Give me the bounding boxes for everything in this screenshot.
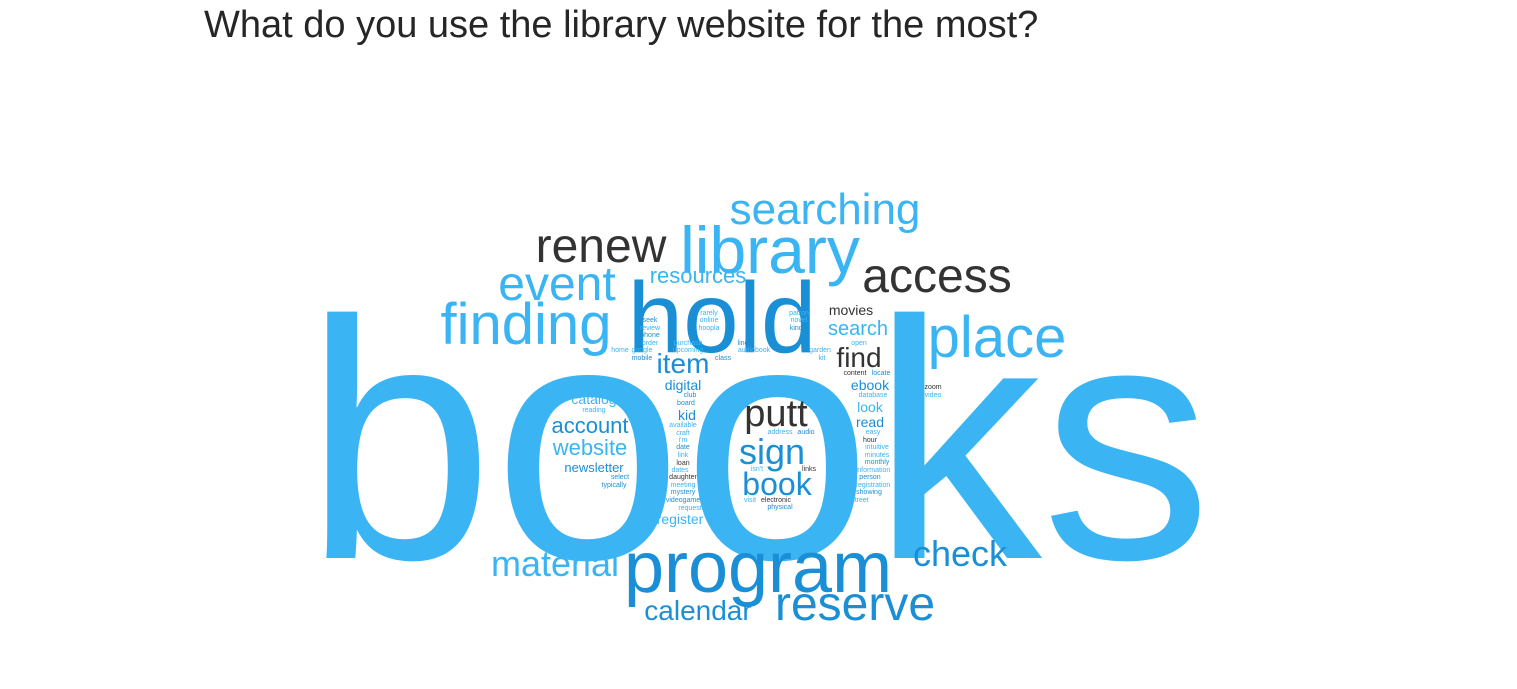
word-kindle: kindle <box>790 325 808 332</box>
word-movies: movies <box>829 302 873 318</box>
word-home: home <box>611 347 629 354</box>
word-ebook: ebook <box>851 377 890 393</box>
word-search: search <box>828 318 888 340</box>
word-content: content <box>844 370 867 377</box>
word-craft: craft <box>676 430 690 437</box>
word-open: open <box>851 340 867 347</box>
word-phone: phone <box>640 332 660 339</box>
word-look: look <box>857 399 884 415</box>
word-select: select <box>611 474 629 481</box>
word-available: available <box>669 422 697 429</box>
word-street: street <box>851 497 869 504</box>
word-calendar: calendar <box>644 595 751 626</box>
word-novel: novel <box>791 317 808 324</box>
word-order: order <box>642 340 659 347</box>
word-patron: patron <box>789 310 809 317</box>
word-daughter: daughter <box>669 474 697 481</box>
word-check: check <box>913 533 1008 574</box>
word-minutes: minutes <box>865 452 890 459</box>
word-i-m: i'm <box>679 437 688 444</box>
word-resources: resources <box>650 263 747 288</box>
word-google: google <box>631 347 652 354</box>
word-digital: digital <box>665 377 702 393</box>
word-information: information <box>856 467 891 474</box>
word-material: material <box>491 543 619 584</box>
word-intuitive: intuitive <box>865 444 889 451</box>
word-catalog: catalog <box>571 391 616 407</box>
word-kid: kid <box>678 407 696 423</box>
word-place: place <box>928 305 1067 370</box>
word-easy: easy <box>866 429 881 436</box>
word-loan: loan <box>676 460 689 467</box>
word-rarely: rarely <box>700 310 718 317</box>
word-video: video <box>925 392 942 399</box>
word-link: link <box>678 452 689 459</box>
word-person: person <box>859 474 881 481</box>
word-videogame: videogame <box>666 497 700 504</box>
word-monthly: monthly <box>865 459 890 466</box>
word-access: access <box>862 250 1011 303</box>
word-zoom: zoom <box>924 384 941 391</box>
word-physical: physical <box>767 504 793 511</box>
word-reading: reading <box>582 407 605 414</box>
word-seek: seek <box>643 317 658 324</box>
word-showing: showing <box>856 489 882 496</box>
word-audiobook: audiobook <box>738 347 771 354</box>
word-review: review <box>640 325 661 332</box>
word-hoopla: hoopla <box>698 325 719 332</box>
word-request: request <box>678 505 701 512</box>
word-dates: dates <box>671 467 689 474</box>
word-garden: garden <box>809 347 831 354</box>
word-electronic: electronic <box>761 497 791 504</box>
word-hour: hour <box>863 437 878 444</box>
word-club: club <box>684 392 697 399</box>
word-kit: kit <box>819 355 826 362</box>
word-locate: locate <box>872 370 891 377</box>
word-event: event <box>498 258 615 311</box>
word-audio: audio <box>797 429 814 436</box>
word-purchase: purchase <box>674 340 703 347</box>
word-searching: searching <box>730 185 921 234</box>
word-line: line <box>738 340 749 347</box>
word-meeting: meeting <box>671 482 696 489</box>
word-database: database <box>859 392 888 399</box>
word-online: online <box>700 317 719 324</box>
word-cloud: booksholdprogramlibraryfinding placerenew… <box>304 185 1211 631</box>
word-visit: visit <box>744 497 756 504</box>
word-newsletter: newsletter <box>564 460 624 475</box>
word-date: date <box>676 444 690 451</box>
word-website: website <box>552 435 628 460</box>
word-mobile: mobile <box>632 355 653 362</box>
word-class: class <box>715 355 731 362</box>
word-reserve: reserve <box>775 578 935 631</box>
word-board: board <box>677 400 695 407</box>
word-address: address <box>768 429 793 436</box>
word-register: register <box>657 511 704 527</box>
word-typically: typically <box>602 482 627 489</box>
word-mystery: mystery <box>671 489 696 496</box>
word-links: links <box>802 466 817 473</box>
word-read: read <box>856 414 884 430</box>
word-upcoming: upcoming <box>673 347 703 354</box>
word-isn-t: isn't <box>751 466 763 473</box>
word-registration: registration <box>856 482 891 489</box>
